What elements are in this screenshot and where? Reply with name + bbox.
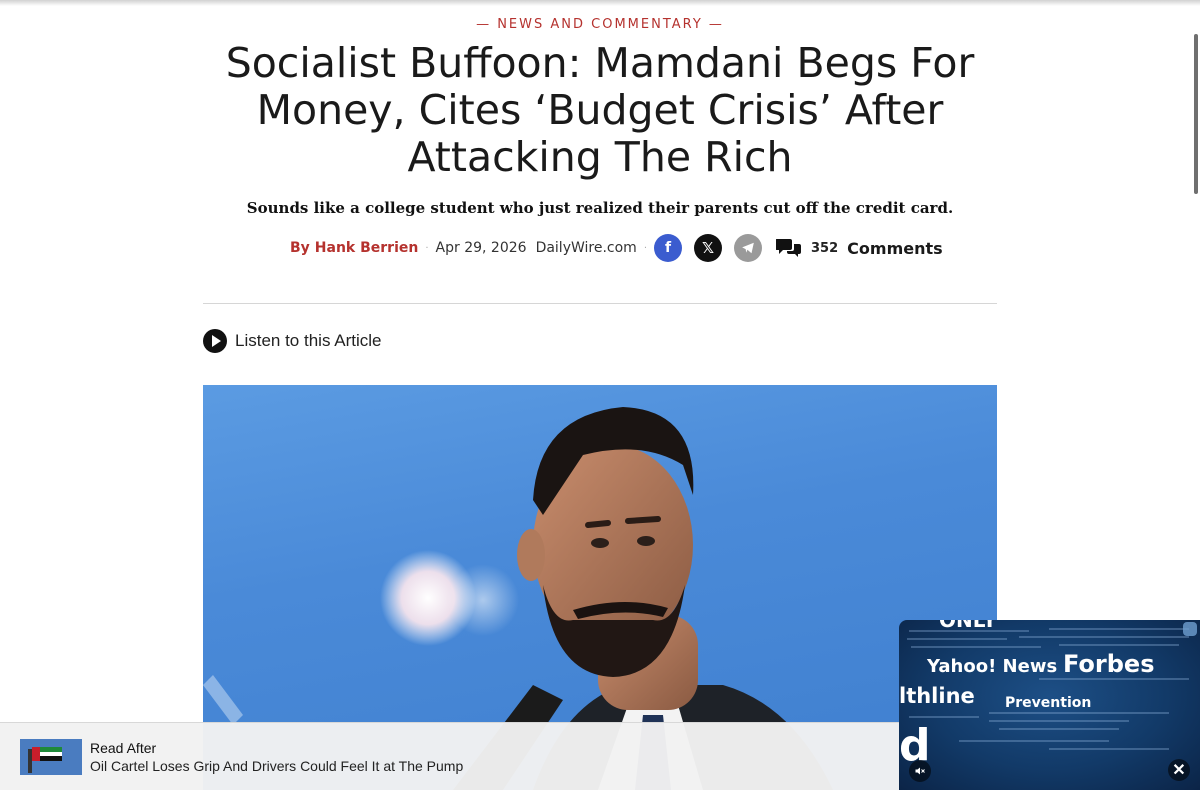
comments-link[interactable]: 352 Comments [776, 237, 943, 259]
article-dek: Sounds like a college student who just r… [246, 199, 954, 217]
x-share-button[interactable]: 𝕏 [694, 234, 723, 262]
byline-separator-2: · [643, 242, 648, 254]
mute-icon [915, 767, 925, 775]
close-video-button[interactable]: ✕ [1168, 759, 1190, 781]
mute-button[interactable] [909, 760, 931, 782]
listen-to-article-button[interactable]: Listen to this Article [203, 329, 381, 353]
comments-label: Comments [847, 238, 943, 258]
author-link[interactable]: Hank Berrien [315, 240, 419, 256]
close-icon: ✕ [1172, 762, 1186, 779]
read-after-link[interactable]: Oil Cartel Loses Grip And Drivers Could … [90, 758, 463, 774]
listen-label: Listen to this Article [235, 331, 382, 350]
comment-count: 352 [811, 240, 839, 256]
video-word-forbes: Forbes [1063, 650, 1155, 678]
section-kicker[interactable]: — NEWS AND COMMENTARY — [0, 17, 1200, 32]
byline: By Hank Berrien · Apr 29, 2026 DailyWire… [290, 234, 943, 262]
byline-separator: · [425, 242, 429, 254]
article-headline: Socialist Buffoon: Mamdani Begs For Mone… [225, 39, 975, 181]
telegram-icon [742, 242, 754, 254]
publish-date: Apr 29, 2026 [435, 240, 527, 256]
source-site: DailyWire.com [535, 240, 637, 256]
read-after-kicker: Read After [90, 740, 157, 756]
facebook-icon: f [664, 240, 672, 256]
top-shadow [0, 0, 1200, 6]
scrollbar[interactable] [1194, 34, 1198, 194]
x-icon: 𝕏 [701, 239, 715, 257]
comments-icon [776, 239, 802, 257]
byline-by: By [290, 240, 310, 256]
telegram-share-button[interactable] [734, 234, 763, 262]
divider [203, 303, 997, 304]
facebook-share-button[interactable]: f [654, 234, 683, 262]
video-word-yahoo: Yahoo! News [927, 656, 1058, 677]
read-after-thumbnail[interactable] [20, 739, 82, 775]
video-word-prevention: Prevention [1005, 695, 1092, 711]
flag-thumbnail-illustration [20, 739, 82, 775]
video-player[interactable]: ONLY Yahoo! News Forbes lthline Preventi… [899, 620, 1200, 790]
play-icon [203, 329, 227, 353]
video-word-health: lthline [899, 684, 975, 708]
video-word-only: ONLY [939, 620, 997, 632]
